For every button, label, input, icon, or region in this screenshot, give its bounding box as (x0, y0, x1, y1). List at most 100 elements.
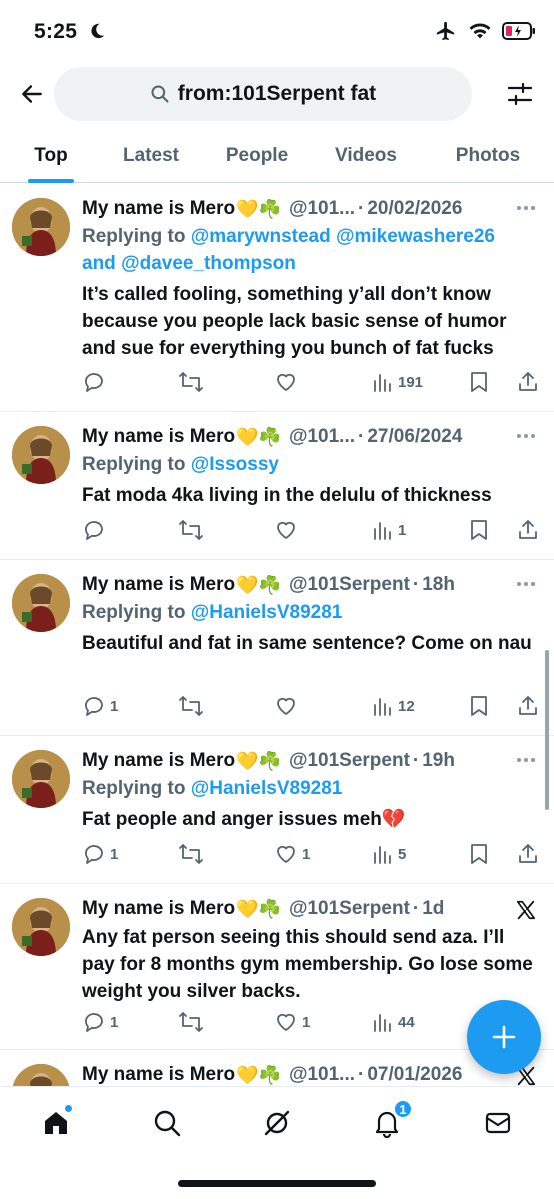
tweet-time[interactable]: 19h (422, 750, 455, 772)
bookmark-button[interactable] (468, 692, 490, 720)
avatar[interactable] (12, 426, 70, 484)
retweet-button[interactable] (178, 516, 208, 544)
author-name[interactable]: My name is Mero (82, 198, 235, 220)
author-handle[interactable]: @101... (289, 426, 355, 448)
views-button[interactable]: 12 (372, 692, 415, 720)
tweet-time[interactable]: 07/01/2026 (367, 1064, 462, 1086)
reply-button[interactable] (82, 516, 110, 544)
author-name[interactable]: My name is Mero (82, 574, 235, 596)
reply-prefix: Replying to (82, 602, 186, 623)
tab-label: People (225, 144, 289, 166)
tab-latest[interactable]: Latest (108, 128, 194, 183)
author-handle[interactable]: @101... (289, 198, 355, 220)
wifi-icon (469, 23, 491, 39)
tab-people[interactable]: People (214, 128, 300, 183)
bookmark-button[interactable] (468, 368, 490, 396)
tweet-time[interactable]: 18h (422, 574, 455, 596)
like-count: 1 (302, 1013, 311, 1031)
mention-link[interactable]: @davee_thompson (121, 253, 296, 274)
author-handle[interactable]: @101... (289, 1064, 355, 1086)
bookmark-button[interactable] (468, 516, 490, 544)
tweet-actions: 1 12 (82, 692, 542, 720)
reply-button[interactable] (82, 368, 110, 396)
views-button[interactable]: 5 (372, 840, 406, 868)
nav-explore[interactable] (147, 1103, 187, 1143)
views-button[interactable]: 1 (372, 516, 406, 544)
avatar[interactable] (12, 574, 70, 632)
reply-count: 1 (110, 697, 119, 715)
search-query: from:101Serpent fat (177, 82, 377, 105)
nav-messages[interactable] (478, 1103, 518, 1143)
more-button[interactable] (512, 574, 540, 594)
battery-icon (502, 22, 535, 40)
retweet-button[interactable] (178, 840, 208, 868)
back-button[interactable] (16, 78, 48, 110)
more-button[interactable] (512, 198, 540, 218)
retweet-button[interactable] (178, 692, 208, 720)
author-handle[interactable]: @101Serpent (289, 574, 410, 596)
like-button[interactable]: 1 (274, 1008, 310, 1036)
filter-button[interactable] (504, 78, 536, 110)
reply-count: 1 (110, 845, 119, 863)
tweet[interactable]: My name is Mero 💛☘️ @101Serpent · 18h Re… (0, 560, 554, 736)
share-icon (519, 372, 537, 391)
bookmark-button[interactable] (468, 840, 490, 868)
like-button[interactable] (274, 368, 302, 396)
tweet[interactable]: My name is Mero 💛☘️ @101... · 07/01/2026 (0, 1050, 554, 1086)
share-button[interactable] (516, 840, 540, 868)
author-name[interactable]: My name is Mero (82, 1064, 235, 1086)
mention-link[interactable]: @Issossy (191, 454, 279, 475)
tweet[interactable]: My name is Mero 💛☘️ @101... · 20/02/2026… (0, 184, 554, 412)
avatar[interactable] (12, 750, 70, 808)
like-button[interactable]: 1 (274, 840, 310, 868)
retweet-button[interactable] (178, 368, 208, 396)
author-name[interactable]: My name is Mero (82, 898, 235, 920)
reply-button[interactable]: 1 (82, 840, 118, 868)
avatar[interactable] (12, 198, 70, 256)
mention-link[interactable]: @HanielsV89281 (191, 778, 343, 799)
name-emoji: 💛☘️ (236, 198, 281, 219)
search-input[interactable]: from:101Serpent fat (54, 67, 472, 121)
share-icon (519, 844, 537, 863)
tweet-time[interactable]: 27/06/2024 (367, 426, 462, 448)
mention-link[interactable]: @marywnstead (191, 226, 331, 247)
tab-videos[interactable]: Videos (322, 128, 410, 183)
like-button[interactable] (274, 516, 302, 544)
reply-button[interactable]: 1 (82, 1008, 118, 1036)
reply-button[interactable]: 1 (82, 692, 118, 720)
tweet-time[interactable]: 1d (422, 898, 444, 920)
tweet[interactable]: My name is Mero 💛☘️ @101Serpent · 19h Re… (0, 736, 554, 884)
views-button[interactable]: 44 (372, 1008, 415, 1036)
avatar[interactable] (12, 1064, 70, 1086)
mention-link[interactable]: @mikewashere26 (336, 226, 495, 247)
x-logo-button[interactable] (512, 896, 540, 924)
author-name[interactable]: My name is Mero (82, 426, 235, 448)
reply-count: 1 (110, 1013, 119, 1031)
scrollbar[interactable] (545, 650, 549, 810)
search-results-feed[interactable]: My name is Mero 💛☘️ @101... · 20/02/2026… (0, 184, 554, 1086)
avatar[interactable] (12, 898, 70, 956)
tweet-time[interactable]: 20/02/2026 (367, 198, 462, 220)
author-name[interactable]: My name is Mero (82, 750, 235, 772)
tweet[interactable]: My name is Mero 💛☘️ @101... · 27/06/2024… (0, 412, 554, 560)
mention-link[interactable]: @HanielsV89281 (191, 602, 343, 623)
tab-top[interactable]: Top (14, 128, 88, 183)
compose-button[interactable] (467, 1000, 541, 1074)
status-time: 5:25 (34, 20, 78, 43)
like-button[interactable] (274, 692, 302, 720)
author-handle[interactable]: @101Serpent (289, 898, 410, 920)
more-button[interactable] (512, 750, 540, 770)
nav-grok[interactable] (257, 1103, 297, 1143)
tab-photos[interactable]: Photos (440, 128, 536, 183)
tweet-header: My name is Mero 💛☘️ @101Serpent · 18h (82, 574, 455, 596)
share-button[interactable] (516, 516, 540, 544)
views-button[interactable]: 191 (372, 368, 423, 396)
retweet-button[interactable] (178, 1008, 208, 1036)
nav-notifications[interactable]: 1 (367, 1099, 413, 1143)
share-button[interactable] (516, 692, 540, 720)
tweet-body: My name is Mero 💛☘️ @101... · 07/01/2026 (82, 1062, 540, 1086)
author-handle[interactable]: @101Serpent (289, 750, 410, 772)
more-button[interactable] (512, 426, 540, 446)
share-button[interactable] (516, 368, 540, 396)
nav-home[interactable] (36, 1103, 76, 1143)
